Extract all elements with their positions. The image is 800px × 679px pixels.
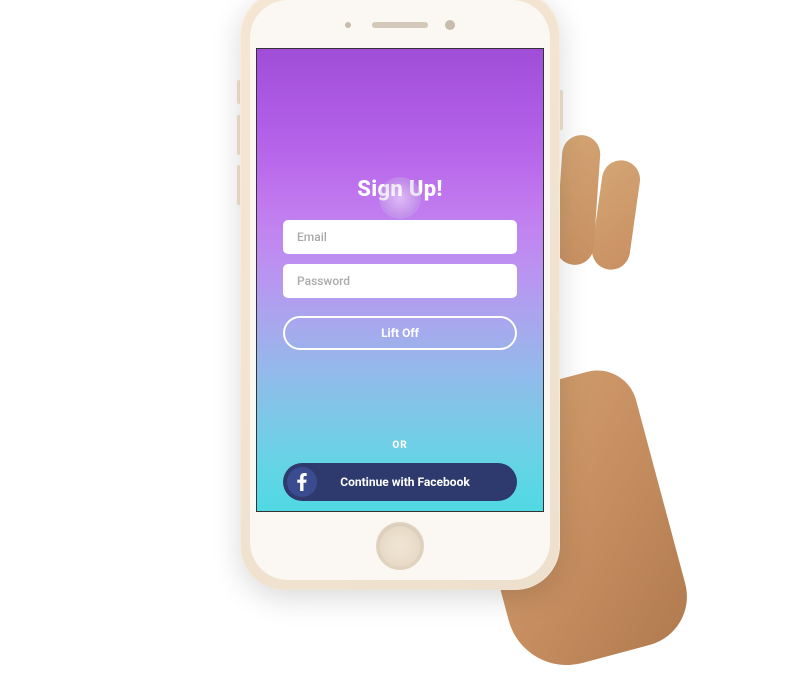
phone-power-button <box>560 90 563 130</box>
touch-indicator-icon <box>379 177 421 219</box>
facebook-icon <box>287 467 317 497</box>
phone-volume-up <box>237 115 240 155</box>
submit-button[interactable]: Lift Off <box>283 316 517 350</box>
divider-label: OR <box>392 440 407 451</box>
phone-camera <box>445 20 455 30</box>
phone-mute-switch <box>237 80 240 104</box>
phone-speaker <box>372 22 428 28</box>
facebook-button-label: Continue with Facebook <box>317 475 513 489</box>
phone-sensor <box>345 22 351 28</box>
phone-volume-down <box>237 165 240 205</box>
phone-screen: Sign Up! Lift Off OR Continue with Face <box>256 48 544 512</box>
password-field[interactable] <box>283 264 517 298</box>
phone-home-button <box>376 522 424 570</box>
phone-device: Sign Up! Lift Off OR Continue with Face <box>240 10 560 590</box>
email-field[interactable] <box>283 220 517 254</box>
facebook-login-button[interactable]: Continue with Facebook <box>283 463 517 501</box>
